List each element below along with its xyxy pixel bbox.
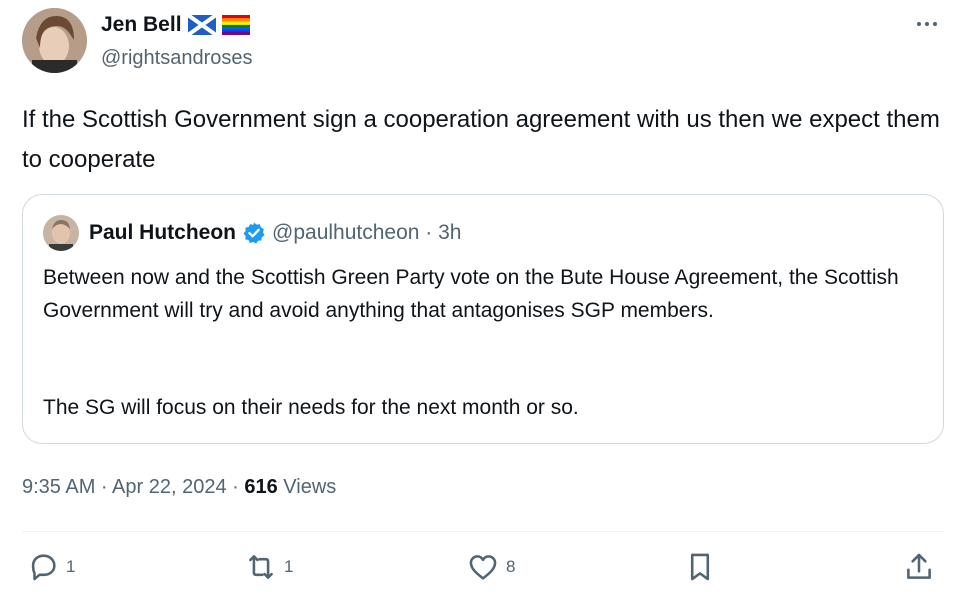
like-icon [469,555,497,580]
tweet-text: If the Scottish Government sign a cooper… [22,106,940,173]
like-button[interactable]: 8 [466,550,515,584]
views-count: 616 [244,476,278,498]
quoted-author-avatar [43,215,79,251]
quoted-handle-time: @paulhutcheon · 3h [272,221,462,244]
quoted-paragraph-2: The SG will focus on their needs for the… [43,396,579,419]
rainbow-flag-icon [221,15,250,35]
reply-button[interactable]: 1 [26,550,75,584]
quoted-tweet-header: Paul Hutcheon @paulhutcheon · 3h [43,215,461,251]
author-name-row: Jen Bell [101,13,250,37]
like-count: 8 [506,557,516,576]
share-icon [907,553,931,579]
views-label: Views [277,476,337,498]
tweet-meta: 9:35 AM · Apr 22, 2024 · 616 Views [22,476,336,499]
author-handle[interactable]: @rightsandroses [101,47,252,70]
repost-count: 1 [284,557,294,576]
quoted-tweet[interactable]: Paul Hutcheon @paulhutcheon · 3h Between… [22,194,944,444]
tweet-timestamp[interactable]: 9:35 AM · Apr 22, 2024 · [22,476,244,498]
reply-icon [31,554,56,581]
quoted-display-name: Paul Hutcheon [89,221,237,244]
reply-count: 1 [66,557,76,576]
repost-button[interactable]: 1 [244,550,293,584]
divider [22,531,944,532]
more-icon[interactable] [912,12,942,36]
author-display-name[interactable]: Jen Bell [101,13,182,37]
repost-icon [249,555,273,579]
share-button[interactable] [902,550,936,584]
action-bar: 1 1 8 [22,550,944,590]
quoted-paragraph-1: Between now and the Scottish Green Party… [43,266,899,322]
bookmark-icon [690,553,710,581]
author-avatar[interactable] [22,8,87,73]
verified-badge-icon [242,221,266,245]
scotland-flag-icon [186,13,217,37]
bookmark-button[interactable] [683,550,717,584]
